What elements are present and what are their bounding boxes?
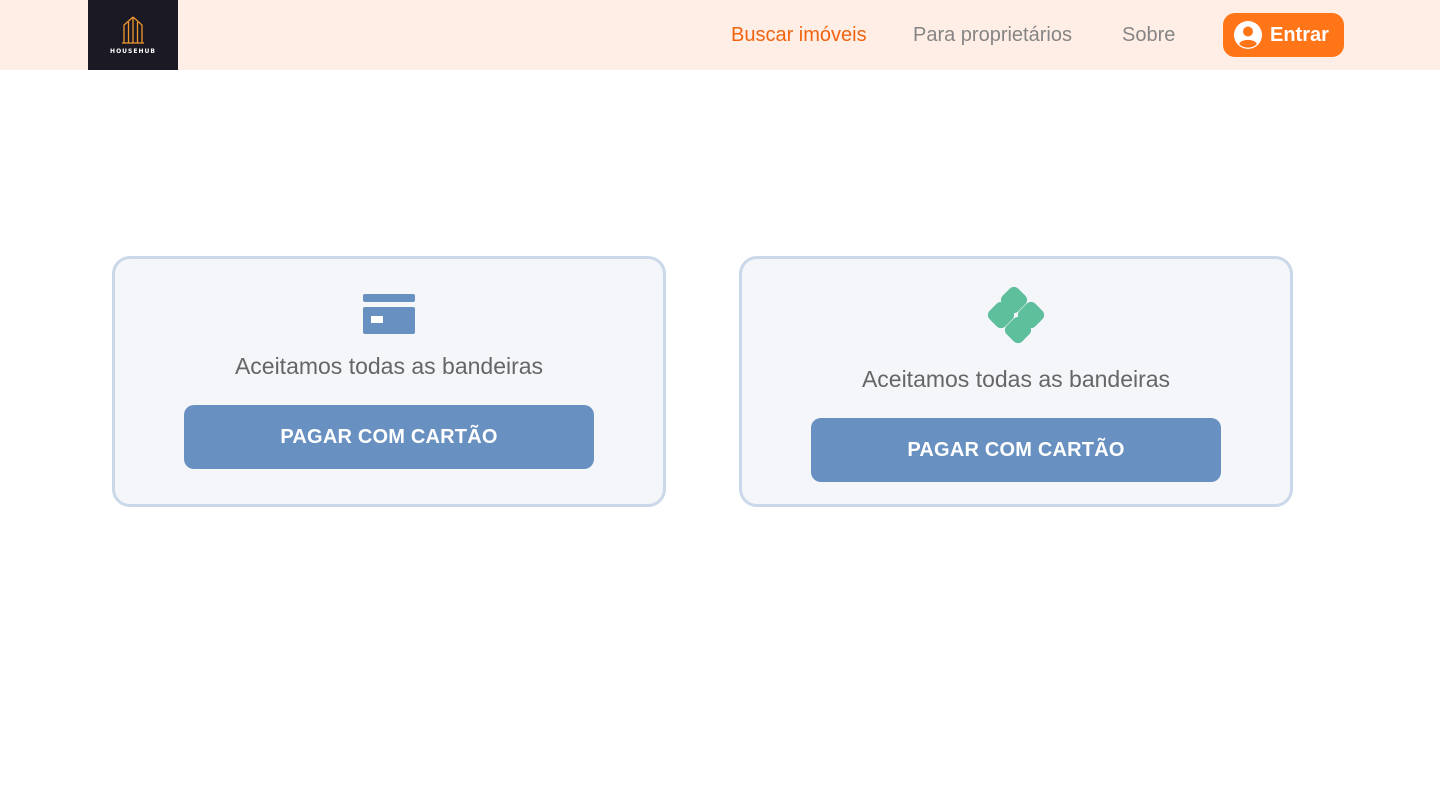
- nav-link-para-proprietarios[interactable]: Para proprietários: [913, 22, 1072, 48]
- payment-card-pix: Aceitamos todas as bandeiras PAGAR COM C…: [739, 256, 1293, 507]
- logo-text: HOUSEHUB: [110, 47, 156, 55]
- credit-card-icon: [363, 294, 415, 334]
- pay-with-card-button[interactable]: PAGAR COM CARTÃO: [184, 405, 594, 469]
- login-button[interactable]: Entrar: [1223, 13, 1344, 57]
- payment-card-credit: Aceitamos todas as bandeiras PAGAR COM C…: [112, 256, 666, 507]
- header: HOUSEHUB Buscar imóveis Para proprietári…: [0, 0, 1440, 70]
- pix-icon: [987, 286, 1045, 344]
- user-icon: [1234, 21, 1262, 49]
- login-label: Entrar: [1270, 23, 1329, 46]
- building-logo-icon: [122, 16, 144, 44]
- nav-link-sobre[interactable]: Sobre: [1122, 22, 1175, 48]
- pay-with-card-button[interactable]: PAGAR COM CARTÃO: [811, 418, 1221, 482]
- logo[interactable]: HOUSEHUB: [88, 0, 178, 70]
- nav-link-buscar-imoveis[interactable]: Buscar imóveis: [731, 22, 867, 48]
- card-description: Aceitamos todas as bandeiras: [234, 353, 544, 379]
- card-description: Aceitamos todas as bandeiras: [861, 366, 1171, 392]
